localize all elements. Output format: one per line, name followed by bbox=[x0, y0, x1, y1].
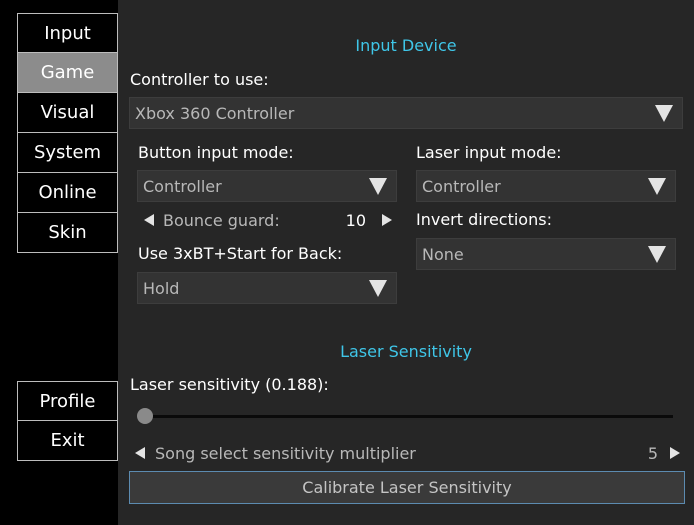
invert-value: None bbox=[422, 244, 464, 264]
sidebar-bottom: Profile Exit bbox=[17, 381, 118, 461]
decrease-arrow-icon[interactable] bbox=[144, 214, 154, 226]
sensitivity-slider-handle[interactable] bbox=[137, 408, 153, 424]
calibrate-button[interactable]: Calibrate Laser Sensitivity bbox=[129, 471, 685, 504]
chevron-down-icon bbox=[369, 177, 387, 195]
laser-sensitivity-title: Laser Sensitivity bbox=[340, 342, 472, 361]
chevron-down-icon bbox=[648, 245, 666, 263]
settings-panel: Input Device Controller to use: Xbox 360… bbox=[118, 0, 694, 525]
exit-button[interactable]: Exit bbox=[17, 421, 118, 461]
sidebar-item-visual[interactable]: Visual bbox=[17, 93, 118, 133]
increase-arrow-icon[interactable] bbox=[670, 447, 680, 459]
sidebar-item-online[interactable]: Online bbox=[17, 173, 118, 213]
chevron-down-icon bbox=[648, 177, 666, 195]
button-mode-label: Button input mode: bbox=[138, 143, 294, 162]
bounce-guard-value: 10 bbox=[345, 210, 366, 230]
back-label: Use 3xBT+Start for Back: bbox=[138, 244, 343, 263]
sidebar-item-game[interactable]: Game bbox=[17, 53, 118, 93]
multiplier-value: 5 bbox=[647, 443, 658, 463]
bounce-guard-label: Bounce guard: bbox=[163, 210, 280, 230]
multiplier-stepper[interactable]: Song select sensitivity multiplier 5 bbox=[135, 443, 680, 463]
invert-label: Invert directions: bbox=[416, 210, 552, 229]
chevron-down-icon bbox=[655, 104, 673, 122]
controller-label: Controller to use: bbox=[130, 70, 269, 89]
sidebar: Input Game Visual System Online Skin bbox=[17, 13, 118, 253]
sidebar-item-input[interactable]: Input bbox=[17, 13, 118, 53]
button-mode-dropdown[interactable]: Controller bbox=[137, 170, 397, 202]
decrease-arrow-icon[interactable] bbox=[135, 447, 145, 459]
sidebar-item-skin[interactable]: Skin bbox=[17, 213, 118, 253]
laser-mode-label: Laser input mode: bbox=[416, 143, 562, 162]
increase-arrow-icon[interactable] bbox=[382, 214, 392, 226]
controller-value: Xbox 360 Controller bbox=[135, 103, 295, 123]
laser-mode-value: Controller bbox=[422, 176, 501, 196]
back-value: Hold bbox=[143, 278, 180, 298]
settings-screen: Input Game Visual System Online Skin Pro… bbox=[0, 0, 694, 525]
sensitivity-label: Laser sensitivity (0.188): bbox=[130, 375, 329, 394]
back-dropdown[interactable]: Hold bbox=[137, 272, 397, 304]
bounce-guard-stepper[interactable]: Bounce guard: 10 bbox=[144, 210, 392, 230]
profile-button[interactable]: Profile bbox=[17, 381, 118, 421]
button-mode-value: Controller bbox=[143, 176, 222, 196]
controller-dropdown[interactable]: Xbox 360 Controller bbox=[129, 97, 683, 129]
invert-dropdown[interactable]: None bbox=[416, 238, 676, 270]
sidebar-item-system[interactable]: System bbox=[17, 133, 118, 173]
sensitivity-slider-track[interactable] bbox=[145, 415, 673, 418]
multiplier-label: Song select sensitivity multiplier bbox=[155, 443, 416, 463]
input-device-title: Input Device bbox=[355, 36, 457, 55]
laser-mode-dropdown[interactable]: Controller bbox=[416, 170, 676, 202]
chevron-down-icon bbox=[369, 279, 387, 297]
